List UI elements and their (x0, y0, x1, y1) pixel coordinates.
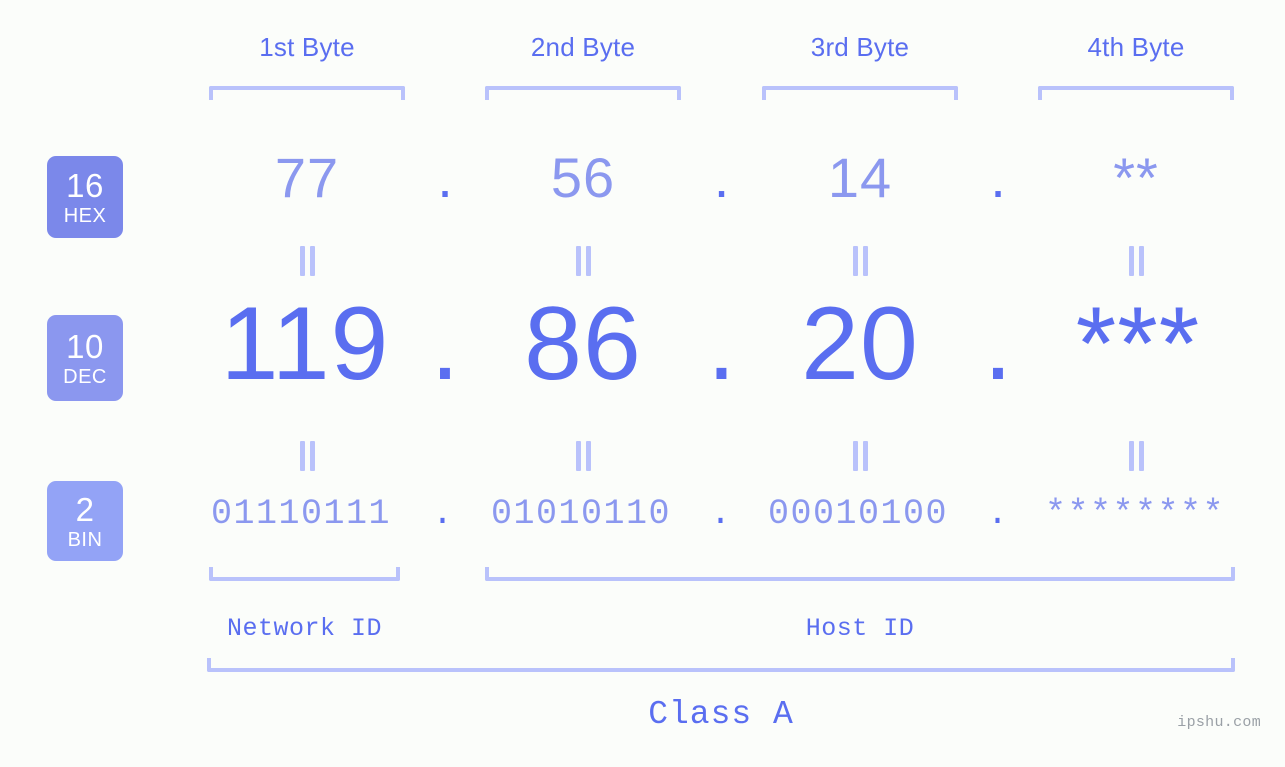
byte-bracket-4 (1038, 86, 1234, 100)
hex-separator-3: . (990, 146, 1006, 209)
byte-header-3: 3rd Byte (810, 32, 910, 62)
equals-icon-dec-bin-4 (1127, 441, 1145, 471)
host-id-label: Host ID (805, 614, 915, 643)
byte-header-2: 2nd Byte (530, 32, 636, 62)
base-badge-hex-name: HEX (63, 204, 107, 227)
dec-byte-2: 86 (524, 286, 642, 402)
equals-icon-hex-dec-1 (298, 246, 316, 276)
byte-header-4: 4th Byte (1087, 32, 1185, 62)
class-bracket (207, 658, 1235, 672)
dec-separator-2: . (707, 286, 736, 402)
byte-bracket-2 (485, 86, 681, 100)
class-label: Class A (648, 696, 794, 733)
watermark: ipshu.com (1177, 714, 1261, 731)
dec-separator-3: . (983, 286, 1013, 402)
byte-bracket-1 (209, 86, 405, 100)
base-badge-bin-number: 2 (75, 490, 95, 528)
hex-byte-3: 14 (827, 146, 893, 209)
ip-breakdown-diagram: 1st Byte 2nd Byte 3rd Byte 4th Byte 16 H… (0, 0, 1285, 767)
equals-icon-hex-dec-4 (1127, 246, 1145, 276)
base-badge-hex-number: 16 (66, 166, 104, 204)
equals-icon-hex-dec-2 (574, 246, 592, 276)
dec-byte-1: 119 (220, 286, 390, 402)
network-id-label: Network ID (226, 614, 383, 643)
hex-byte-1: 77 (274, 146, 340, 209)
bin-separator-3: . (986, 494, 1008, 534)
base-badge-hex: 16 HEX (47, 156, 123, 238)
equals-icon-dec-bin-3 (851, 441, 869, 471)
hex-byte-4: ** (1113, 146, 1159, 209)
equals-icon-dec-bin-2 (574, 441, 592, 471)
base-badge-dec-name: DEC (63, 365, 107, 388)
base-badge-bin-name: BIN (67, 528, 103, 551)
bin-byte-2: 01010110 (490, 494, 672, 534)
hex-separator-1: . (437, 146, 453, 209)
hex-separator-2: . (713, 146, 730, 209)
bin-byte-3: 00010100 (767, 494, 949, 534)
bin-byte-1: 01110111 (210, 494, 392, 534)
equals-icon-hex-dec-3 (851, 246, 869, 276)
dec-separator-1: . (430, 286, 460, 402)
equals-icon-dec-bin-1 (298, 441, 316, 471)
byte-bracket-3 (762, 86, 958, 100)
hex-byte-2: 56 (550, 146, 616, 209)
dec-byte-3: 20 (801, 286, 919, 402)
byte-header-1: 1st Byte (259, 32, 355, 62)
base-badge-dec-number: 10 (66, 327, 104, 365)
bin-separator-2: . (709, 494, 731, 534)
base-badge-bin: 2 BIN (47, 481, 123, 561)
bin-separator-1: . (431, 494, 453, 534)
dec-byte-4: *** (1075, 286, 1201, 402)
host-id-bracket (485, 567, 1235, 581)
network-id-bracket (209, 567, 400, 581)
base-badge-dec: 10 DEC (47, 315, 123, 401)
bin-byte-4: ******** (1044, 494, 1226, 534)
